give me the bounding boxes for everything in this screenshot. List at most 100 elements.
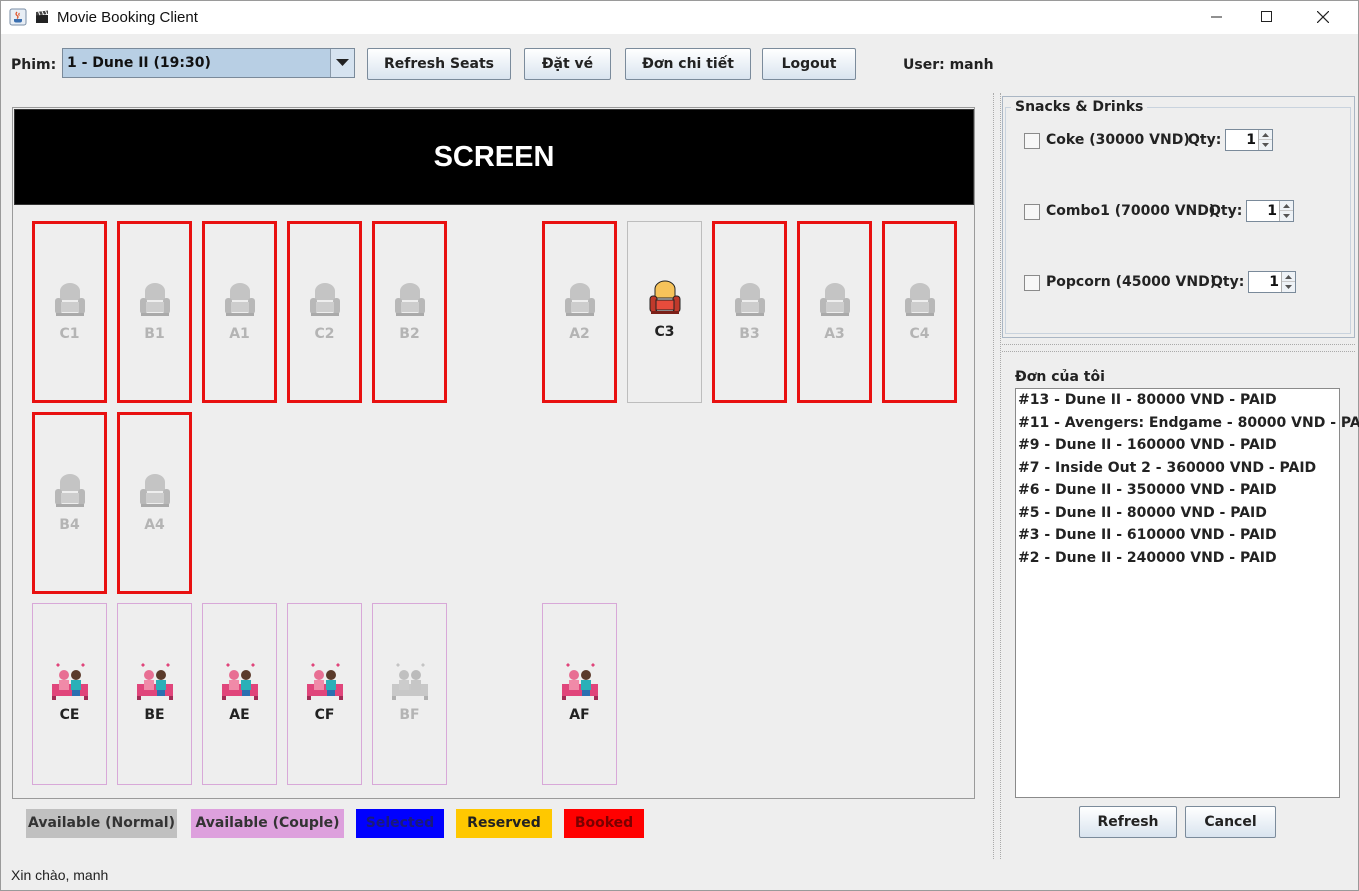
armchair-icon bbox=[54, 283, 85, 316]
seat-label: AE bbox=[229, 707, 250, 723]
couple-seat-icon bbox=[221, 663, 258, 700]
seat-BF[interactable]: BF bbox=[372, 603, 447, 785]
armchair-icon bbox=[649, 280, 680, 314]
maximize-button[interactable] bbox=[1242, 1, 1292, 34]
combo1-label: Combo1 (70000 VND) bbox=[1046, 203, 1216, 219]
orders-title: Đơn của tôi bbox=[1015, 369, 1105, 385]
horizontal-splitter[interactable] bbox=[1002, 344, 1355, 352]
popcorn-qty-stepper[interactable]: 1 bbox=[1248, 271, 1296, 293]
seat-A1[interactable]: A1 bbox=[202, 221, 277, 403]
armchair-icon bbox=[139, 283, 170, 316]
increment-button[interactable] bbox=[1282, 272, 1295, 282]
logout-button[interactable]: Logout bbox=[762, 48, 856, 80]
combo1-checkbox[interactable] bbox=[1024, 204, 1040, 220]
armchair-icon bbox=[564, 283, 595, 316]
seat-B2[interactable]: B2 bbox=[372, 221, 447, 403]
user-label: User: manh bbox=[903, 57, 994, 73]
seat-label: AF bbox=[569, 707, 590, 723]
seat-C1[interactable]: C1 bbox=[32, 221, 107, 403]
seat-label: CE bbox=[59, 707, 80, 723]
cancel-order-button[interactable]: Cancel bbox=[1185, 806, 1276, 838]
spinner-buttons bbox=[1281, 272, 1295, 292]
chevron-up-icon bbox=[1283, 204, 1290, 208]
coke-qty-stepper[interactable]: 1 bbox=[1225, 129, 1273, 151]
seat-label: BF bbox=[399, 707, 420, 723]
coke-qty-value: 1 bbox=[1246, 132, 1256, 148]
list-item[interactable]: #11 - Avengers: Endgame - 80000 VND - PA… bbox=[1018, 415, 1359, 431]
close-icon bbox=[1317, 11, 1329, 23]
order-detail-button[interactable]: Đơn chi tiết bbox=[625, 48, 751, 80]
decrement-button[interactable] bbox=[1259, 140, 1272, 150]
increment-button[interactable] bbox=[1280, 201, 1293, 211]
coke-qty-label: Qty: bbox=[1188, 132, 1222, 148]
refresh-orders-button[interactable]: Refresh bbox=[1079, 806, 1177, 838]
seat-C2[interactable]: C2 bbox=[287, 221, 362, 403]
combo1-qty-value: 1 bbox=[1267, 203, 1277, 219]
combo1-qty-stepper[interactable]: 1 bbox=[1246, 200, 1294, 222]
seat-A4[interactable]: A4 bbox=[117, 412, 192, 594]
seat-BE[interactable]: BE bbox=[117, 603, 192, 785]
armchair-icon bbox=[819, 283, 850, 316]
list-item[interactable]: #9 - Dune II - 160000 VND - PAID bbox=[1018, 437, 1277, 453]
chevron-down-icon bbox=[1283, 214, 1290, 218]
seat-label: A1 bbox=[229, 326, 250, 342]
orders-list[interactable]: #13 - Dune II - 80000 VND - PAID #11 - A… bbox=[1015, 388, 1359, 798]
decrement-button[interactable] bbox=[1282, 282, 1295, 292]
screen-label: SCREEN bbox=[433, 141, 555, 173]
seat-label: C2 bbox=[314, 326, 335, 342]
book-ticket-button[interactable]: Đặt vé bbox=[524, 48, 611, 80]
list-item[interactable]: #7 - Inside Out 2 - 360000 VND - PAID bbox=[1018, 460, 1316, 476]
vertical-splitter[interactable] bbox=[993, 93, 1001, 859]
seat-B4[interactable]: B4 bbox=[32, 412, 107, 594]
seat-B3[interactable]: B3 bbox=[712, 221, 787, 403]
popcorn-label: Popcorn (45000 VND) bbox=[1046, 274, 1217, 290]
seat-C3[interactable]: C3 bbox=[627, 221, 702, 403]
increment-button[interactable] bbox=[1259, 130, 1272, 140]
minimize-button[interactable] bbox=[1192, 1, 1242, 34]
seat-label: C4 bbox=[909, 326, 930, 342]
coke-checkbox[interactable] bbox=[1024, 133, 1040, 149]
seat-label: A4 bbox=[144, 517, 165, 533]
maximize-icon bbox=[1261, 11, 1272, 22]
popcorn-checkbox[interactable] bbox=[1024, 275, 1040, 291]
chevron-down-icon bbox=[1285, 285, 1292, 289]
minimize-icon bbox=[1211, 16, 1222, 18]
couple-seat-icon bbox=[51, 663, 88, 700]
seat-AF[interactable]: AF bbox=[542, 603, 617, 785]
dropdown-arrow-button[interactable] bbox=[330, 49, 354, 77]
seat-label: A3 bbox=[824, 326, 845, 342]
legend-selected: Selected bbox=[356, 809, 444, 838]
list-item[interactable]: #2 - Dune II - 240000 VND - PAID bbox=[1018, 550, 1277, 566]
java-app-icon bbox=[9, 8, 27, 26]
seat-A3[interactable]: A3 bbox=[797, 221, 872, 403]
decrement-button[interactable] bbox=[1280, 211, 1293, 221]
status-bar: Xin chào, manh bbox=[11, 867, 109, 883]
spinner-buttons bbox=[1279, 201, 1293, 221]
couple-seat-icon bbox=[136, 663, 173, 700]
seat-C4[interactable]: C4 bbox=[882, 221, 957, 403]
list-item[interactable]: #13 - Dune II - 80000 VND - PAID bbox=[1018, 392, 1277, 408]
movie-select[interactable]: 1 - Dune II (19:30) bbox=[62, 48, 355, 78]
seat-label: C1 bbox=[59, 326, 80, 342]
seat-label: B2 bbox=[399, 326, 420, 342]
movie-selected-value: 1 - Dune II (19:30) bbox=[67, 55, 211, 71]
list-item[interactable]: #3 - Dune II - 610000 VND - PAID bbox=[1018, 527, 1277, 543]
seat-B1[interactable]: B1 bbox=[117, 221, 192, 403]
close-button[interactable] bbox=[1298, 1, 1348, 34]
list-item[interactable]: #5 - Dune II - 80000 VND - PAID bbox=[1018, 505, 1267, 521]
refresh-seats-button[interactable]: Refresh Seats bbox=[367, 48, 511, 80]
seat-label: B1 bbox=[144, 326, 165, 342]
chevron-up-icon bbox=[1285, 275, 1292, 279]
armchair-icon bbox=[394, 283, 425, 316]
combo1-qty-label: Qty: bbox=[1209, 203, 1243, 219]
chevron-up-icon bbox=[1262, 133, 1269, 137]
armchair-icon bbox=[904, 283, 935, 316]
seat-label: BE bbox=[144, 707, 165, 723]
legend-reserved: Reserved bbox=[456, 809, 552, 838]
seat-CF[interactable]: CF bbox=[287, 603, 362, 785]
seat-A2[interactable]: A2 bbox=[542, 221, 617, 403]
seat-AE[interactable]: AE bbox=[202, 603, 277, 785]
popcorn-qty-label: Qty: bbox=[1211, 274, 1245, 290]
list-item[interactable]: #6 - Dune II - 350000 VND - PAID bbox=[1018, 482, 1277, 498]
seat-CE[interactable]: CE bbox=[32, 603, 107, 785]
